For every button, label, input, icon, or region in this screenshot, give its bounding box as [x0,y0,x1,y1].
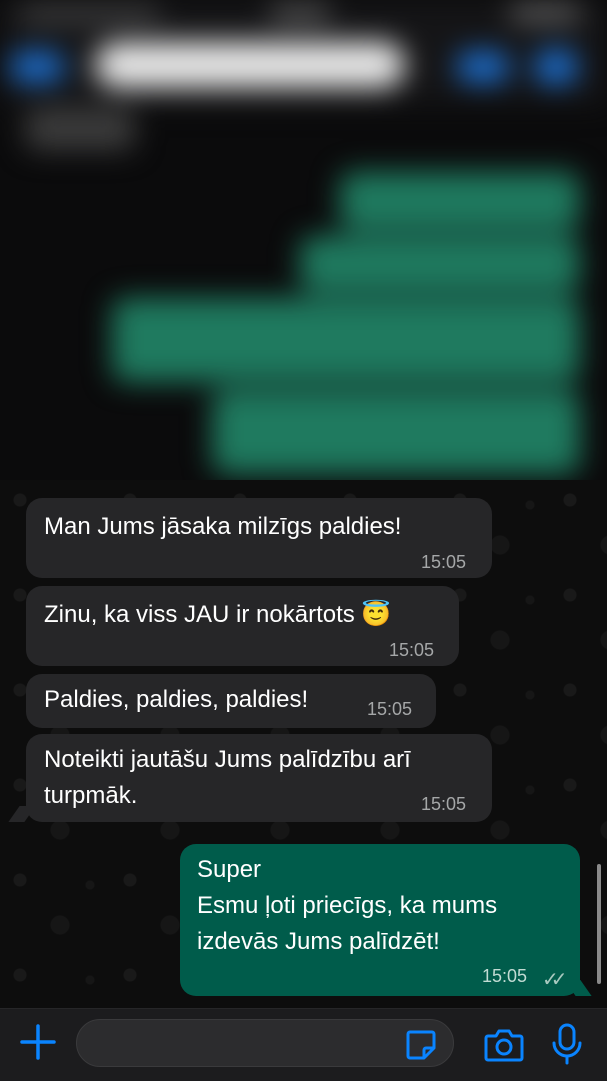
battery-indicator [510,6,580,20]
message-text: Noteikti jautāšu Jums palīdzību arī turp… [44,746,411,809]
double-check-icon: ✓✓ [542,969,567,991]
message-time: 15:05 [421,794,467,814]
blurred-previous-content: ██████████ [0,0,607,490]
message-time: 15:05 [367,699,413,719]
message-input[interactable] [76,1019,454,1067]
message-text: Zinu, ka viss JAU ir nokārtots 😇 [44,601,392,628]
microphone-icon[interactable] [550,1023,584,1065]
blurred-message [212,390,580,474]
incoming-message[interactable]: Zinu, ka viss JAU ir nokārtots 😇 15:05 [26,586,459,666]
phone-call-icon[interactable] [535,50,577,84]
blurred-message [112,298,580,382]
contact-status [25,108,135,150]
status-time [270,6,330,20]
sticker-icon[interactable] [404,1028,438,1062]
contact-name[interactable]: ██████████ [95,42,405,88]
plus-icon[interactable] [18,1022,58,1062]
blurred-message [340,172,580,230]
message-text: Man Jums jāsaka milzīgs paldies! [44,513,402,540]
message-text: Paldies, paldies, paldies! [44,686,309,713]
message-time: 15:05 [421,552,467,572]
status-bar [0,0,607,32]
message-time: 15:05 [482,966,528,986]
signal-indicator [20,8,160,20]
message-time: 15:05 [389,640,435,660]
message-text: Super Esmu ļoti priecīgs, ka mums izdevā… [197,856,498,955]
camera-icon[interactable] [484,1026,524,1064]
outgoing-message[interactable]: Super Esmu ļoti priecīgs, ka mums izdevā… [180,844,580,996]
video-call-icon[interactable] [458,52,508,82]
blurred-message [300,236,580,292]
incoming-message[interactable]: Noteikti jautāšu Jums palīdzību arī turp… [26,734,492,822]
scrollbar[interactable] [597,864,601,984]
incoming-message[interactable]: Paldies, paldies, paldies! 15:05 [26,674,436,728]
back-icon[interactable] [10,52,64,82]
incoming-message[interactable]: Man Jums jāsaka milzīgs paldies! 15:05 [26,498,492,578]
